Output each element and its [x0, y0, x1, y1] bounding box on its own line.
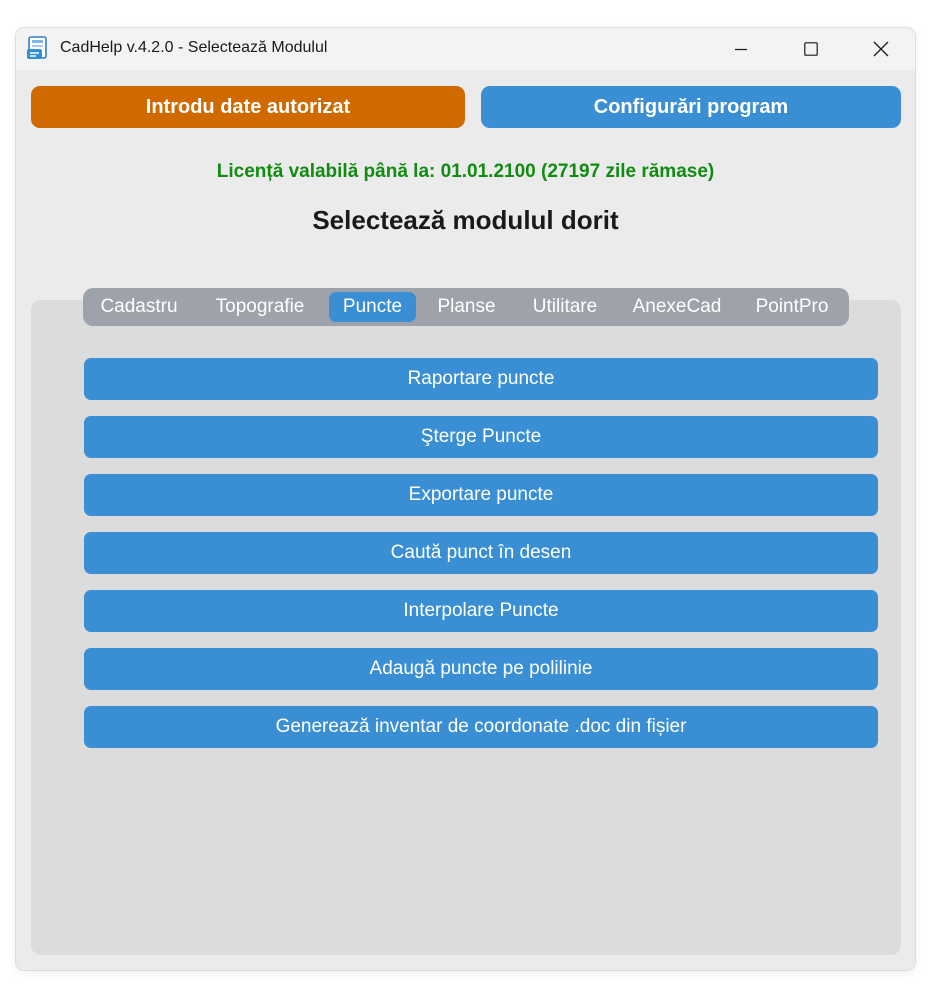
cadhelp-app-icon — [26, 36, 48, 60]
module-panel: Raportare puncte Şterge Puncte Exportare… — [31, 300, 901, 955]
close-icon — [873, 41, 889, 57]
title-bar[interactable]: CadHelp v.4.2.0 - Selectează Modulul — [16, 28, 915, 70]
module-button-raportare-puncte[interactable]: Raportare puncte — [84, 358, 878, 400]
program-settings-button[interactable]: Configurări program — [481, 86, 901, 128]
maximize-icon — [804, 42, 818, 56]
module-button-exportare-puncte[interactable]: Exportare puncte — [84, 474, 878, 516]
tab-pointpro[interactable]: PointPro — [741, 292, 843, 322]
page-title: Selectează modulul dorit — [312, 205, 619, 235]
enter-authorized-data-button[interactable]: Introdu date autorizat — [31, 86, 465, 128]
maximize-button[interactable] — [781, 28, 841, 70]
license-status-text: Licență valabilă până la: 01.01.2100 (27… — [216, 161, 715, 182]
close-button[interactable] — [851, 28, 911, 70]
tab-utilitare[interactable]: Utilitare — [517, 292, 613, 322]
tab-planse[interactable]: Planse — [424, 292, 509, 322]
module-button-sterge-puncte[interactable]: Şterge Puncte — [84, 416, 878, 458]
app-window: CadHelp v.4.2.0 - Selectează Modulul Int… — [16, 28, 915, 970]
module-button-cauta-punct[interactable]: Caută punct în desen — [84, 532, 878, 574]
tab-cadastru[interactable]: Cadastru — [89, 292, 189, 322]
module-tab-bar: Cadastru Topografie Puncte Planse Utilit… — [83, 288, 849, 326]
tab-anexecad[interactable]: AnexeCad — [621, 292, 733, 322]
window-title: CadHelp v.4.2.0 - Selectează Modulul — [60, 39, 328, 56]
module-button-interpolare-puncte[interactable]: Interpolare Puncte — [84, 590, 878, 632]
module-button-genereaza-inventar[interactable]: Generează inventar de coordonate .doc di… — [84, 706, 878, 748]
module-button-adauga-puncte-polilinie[interactable]: Adaugă puncte pe polilinie — [84, 648, 878, 690]
minimize-button[interactable] — [711, 28, 771, 70]
tab-puncte[interactable]: Puncte — [329, 292, 416, 322]
tab-topografie[interactable]: Topografie — [199, 292, 321, 322]
minimize-icon — [734, 42, 748, 56]
